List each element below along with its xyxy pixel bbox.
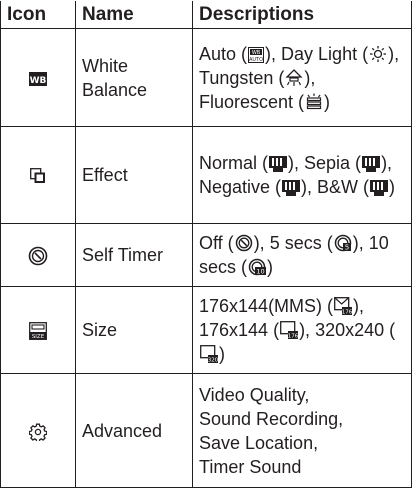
desc-text: Normal ( [199, 153, 269, 173]
desc-after: ), [352, 233, 369, 253]
desc-text: Auto ( [199, 43, 248, 64]
row-description: Normal (), Sepia (), Negative (), B&W () [192, 126, 412, 224]
desc-text: Sepia ( [304, 153, 362, 173]
desc-after: ), [304, 67, 316, 88]
sepia-effect-icon [362, 156, 381, 172]
table-row: Advanced Video Quality, Sound Recording,… [0, 373, 412, 488]
desc-text: 176x144(MMS) ( [199, 296, 334, 316]
table-row: Effect Normal (), Sepia (), Negative (),… [0, 126, 412, 224]
row-name: Self Timer [75, 223, 193, 287]
icon-cell [0, 126, 76, 224]
desc-after: ), [381, 153, 393, 173]
svg-text:176: 176 [342, 310, 352, 316]
tungsten-icon [285, 68, 303, 87]
header-descriptions: Descriptions [192, 0, 412, 29]
white-balance-icon: WB [29, 71, 47, 86]
desc-text: Fluorescent ( [199, 91, 305, 112]
size-icon: SIZE [29, 322, 47, 340]
desc-after: ), [265, 43, 282, 64]
row-name: Advanced [75, 373, 193, 488]
svg-text:320: 320 [208, 358, 218, 364]
timer-5-icon: 5 [334, 234, 352, 252]
bw-effect-icon [370, 180, 389, 196]
row-description: Video Quality, Sound Recording, Save Loc… [192, 373, 412, 488]
svg-text:5: 5 [344, 244, 348, 252]
desc-after: ) [267, 257, 274, 277]
daylight-icon [369, 45, 387, 63]
desc-after: ), [388, 43, 400, 64]
header-name: Name [75, 0, 193, 29]
row-name: Effect [75, 126, 193, 224]
fluorescent-icon [305, 93, 323, 111]
table-row: Self Timer Off (), 5 secs (5), 10 secs (… [0, 223, 412, 287]
svg-text:10: 10 [256, 268, 264, 276]
desc-after: ) [219, 344, 225, 364]
table-row: SIZE Size 176x144(MMS) (176), 176x144 (1… [0, 286, 412, 374]
row-name: White Balance [75, 28, 193, 127]
desc-line: Video Quality, [199, 384, 310, 405]
size-mms-icon: 176 [334, 297, 353, 316]
top-edge-mask [0, 0, 418, 1]
desc-text: Tungsten ( [199, 67, 285, 88]
size-176-icon: 176 [280, 321, 299, 340]
desc-line: Sound Recording, [199, 408, 344, 429]
header-icon: Icon [0, 0, 76, 29]
row-name: Size [75, 286, 193, 374]
timer-off-icon [235, 234, 253, 252]
timer-10-icon: 10 [248, 258, 267, 276]
wb-auto-icon: WB AUTO [248, 46, 265, 63]
row-description: 176x144(MMS) ( 176), 176x144 ( 176), 320x2… [192, 286, 412, 374]
svg-text:AUTO: AUTO [249, 57, 263, 63]
settings-table: Icon Name Descriptions WB White Balance … [0, 0, 412, 488]
desc-after: ), [301, 177, 318, 197]
desc-text: Day Light ( [281, 43, 369, 64]
desc-after: ) [324, 91, 331, 112]
desc-after: ) [389, 177, 396, 197]
desc-text: Off ( [199, 233, 234, 253]
icon-cell [0, 223, 76, 287]
svg-text:WB: WB [252, 50, 261, 56]
icon-cell: SIZE [0, 286, 76, 374]
advanced-icon [29, 423, 47, 441]
desc-text: B&W ( [317, 177, 370, 197]
row-description: Auto (WB AUTO), Day Light (), Tungsten ()… [192, 28, 412, 127]
table-row: WB White Balance Auto (WB AUTO), Day Ligh… [0, 28, 412, 127]
desc-after: ), [288, 153, 305, 173]
normal-effect-icon [269, 156, 288, 172]
desc-after: ), [353, 296, 365, 316]
row-description: Off (), 5 secs (5), 10 secs (10) [192, 223, 412, 287]
svg-text:176: 176 [288, 334, 298, 340]
svg-text:SIZE: SIZE [32, 334, 45, 340]
effect-icon [30, 168, 46, 184]
icon-cell: WB [0, 28, 76, 127]
svg-text:WB: WB [30, 76, 47, 86]
desc-after: ), [253, 233, 270, 253]
icon-cell [0, 373, 76, 488]
desc-text: 176x144 ( [199, 320, 280, 340]
desc-after: ), [299, 320, 316, 340]
self-timer-icon [28, 246, 48, 266]
desc-line: Save Location, [199, 432, 319, 453]
negative-effect-icon [282, 180, 301, 196]
header-row: Icon Name Descriptions [0, 0, 412, 29]
desc-line: Timer Sound [199, 456, 302, 477]
desc-text: 320x240 ( [315, 320, 396, 340]
size-320-icon: 320 [200, 345, 218, 363]
desc-text: Negative ( [199, 177, 282, 197]
desc-text: 5 secs ( [269, 233, 333, 253]
